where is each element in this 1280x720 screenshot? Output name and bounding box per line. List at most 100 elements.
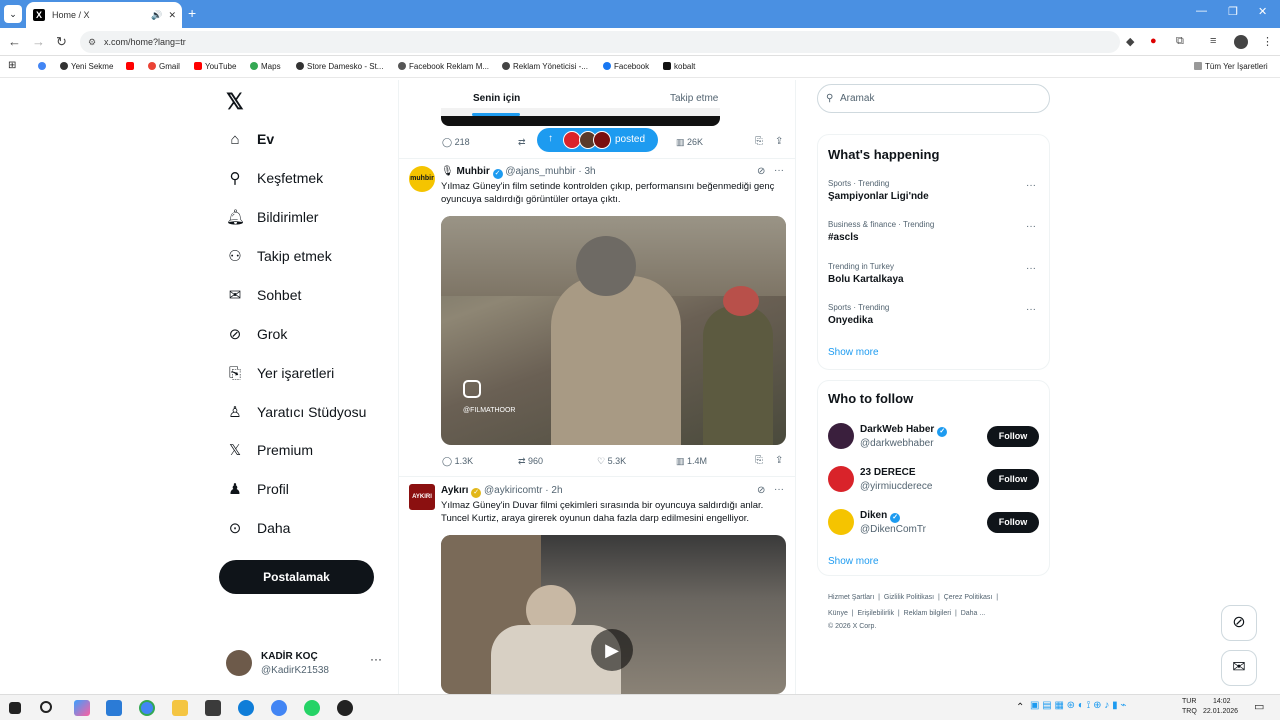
more-dots-icon[interactable]: ··· bbox=[1026, 263, 1036, 274]
bookmark-icon[interactable]: ⎘ bbox=[755, 455, 763, 466]
more-dots-icon[interactable]: ··· bbox=[370, 652, 382, 666]
tab-for-you[interactable]: Senin için bbox=[473, 93, 520, 104]
close-window-button[interactable]: ✕ bbox=[1258, 5, 1267, 18]
tab-search-button[interactable]: ⌄ bbox=[4, 5, 22, 23]
speaker-icon[interactable]: 🔊 bbox=[151, 10, 162, 21]
reading-list-icon[interactable]: ≡ bbox=[1210, 35, 1216, 47]
footer-link[interactable]: Reklam bilgileri bbox=[904, 610, 951, 617]
author-handle[interactable]: @ajans_muhbir bbox=[505, 166, 575, 177]
footer-link[interactable]: Erişilebilirlik bbox=[857, 610, 894, 617]
repost-button[interactable]: ⇄ bbox=[518, 137, 526, 148]
notification-icon[interactable]: ▭ bbox=[1254, 700, 1264, 713]
more-dots-icon[interactable]: ··· bbox=[1026, 221, 1036, 232]
avatar[interactable] bbox=[828, 423, 854, 449]
account-switcher[interactable]: KADİR KOÇ @KadirK21538 ··· bbox=[226, 648, 386, 680]
nav-item[interactable]: ⊘ Grok bbox=[226, 320, 288, 348]
maximize-button[interactable]: ❐ bbox=[1228, 5, 1238, 18]
reply-button[interactable]: ◯ 218 bbox=[442, 137, 470, 148]
minimize-button[interactable]: — bbox=[1196, 5, 1207, 17]
keyboard-indicator[interactable]: TRQ bbox=[1182, 708, 1197, 715]
clock-date[interactable]: 22.01.2026 bbox=[1203, 708, 1238, 715]
nav-item[interactable]: ♟ Profil bbox=[226, 475, 289, 503]
follow-suggestion-name[interactable]: Diken ✓ bbox=[860, 510, 901, 523]
messages-fab-icon[interactable]: ✉ bbox=[1221, 650, 1257, 686]
bookmark-item[interactable]: Facebook bbox=[603, 62, 649, 71]
follow-button[interactable]: Follow bbox=[987, 469, 1039, 490]
clock-time[interactable]: 14:02 bbox=[1213, 698, 1231, 705]
file-explorer-icon[interactable] bbox=[172, 700, 188, 716]
more-dots-icon[interactable]: ··· bbox=[1026, 304, 1036, 315]
search-input[interactable]: ⚲ Aramak bbox=[817, 84, 1050, 113]
trend-item[interactable]: Trending in Turkey Bolu Kartalkaya bbox=[828, 262, 904, 285]
repost-button[interactable]: ⇄ 960 bbox=[518, 456, 543, 467]
author-handle[interactable]: @aykiricomtr bbox=[484, 485, 543, 496]
bookmark-item[interactable]: Gmail bbox=[148, 62, 180, 71]
nav-item[interactable]: 𝕏 Premium bbox=[226, 436, 313, 464]
footer-link[interactable]: Hizmet Şartları bbox=[828, 594, 874, 601]
grok-icon[interactable]: ⊘ bbox=[757, 485, 765, 496]
post-video[interactable]: @FILMATHOOR bbox=[441, 216, 786, 445]
new-tab-button[interactable]: + bbox=[188, 5, 196, 21]
footer-link[interactable]: Künye bbox=[828, 610, 848, 617]
back-button[interactable]: ← bbox=[8, 34, 21, 49]
address-bar[interactable]: ⚙ x.com/home?lang=tr bbox=[80, 31, 1120, 53]
tab-following[interactable]: Takip etme bbox=[670, 93, 718, 104]
show-more-follow[interactable]: Show more bbox=[828, 556, 879, 567]
avatar[interactable] bbox=[828, 466, 854, 492]
app-icon[interactable] bbox=[205, 700, 221, 716]
edge-icon[interactable] bbox=[238, 700, 254, 716]
bookmark-item[interactable]: YouTube bbox=[194, 62, 236, 71]
bookmark-item[interactable]: Maps bbox=[250, 62, 281, 71]
footer-link[interactable]: Çerez Politikası bbox=[944, 594, 993, 601]
app-icon[interactable] bbox=[106, 700, 122, 716]
whatsapp-icon[interactable] bbox=[304, 700, 320, 716]
tray-chevron-icon[interactable]: ⌃ bbox=[1016, 702, 1024, 713]
footer-link[interactable]: Daha ... bbox=[961, 610, 986, 617]
language-indicator[interactable]: TUR bbox=[1182, 698, 1196, 705]
extensions-icon[interactable]: ◆ bbox=[1126, 35, 1134, 48]
like-button[interactable]: ♡ 5.3K bbox=[597, 456, 626, 467]
bookmark-item[interactable] bbox=[126, 62, 137, 71]
post-button[interactable]: Postalamak bbox=[219, 560, 374, 594]
follow-suggestion-name[interactable]: DarkWeb Haber ✓ bbox=[860, 424, 948, 437]
profile-avatar-icon[interactable] bbox=[1234, 35, 1248, 49]
grok-icon[interactable]: ⊘ bbox=[757, 166, 765, 177]
nav-item[interactable]: ⊙ Daha bbox=[226, 514, 291, 542]
tab-close-icon[interactable]: ✕ bbox=[168, 10, 176, 21]
avatar[interactable]: muhbir bbox=[409, 166, 435, 192]
more-dots-icon[interactable]: ··· bbox=[1026, 180, 1036, 191]
tray-icons[interactable]: ▣ ▤ ▦ ⊛ ◐ ⟟ ⊕ ♪ ▮ ⌁ bbox=[1030, 700, 1126, 711]
x-logo-icon[interactable]: 𝕏 bbox=[226, 89, 244, 115]
footer-link[interactable]: Gizlilik Politikası bbox=[884, 594, 934, 601]
nav-item[interactable]: ⎘ Yer işaretleri bbox=[226, 359, 334, 387]
show-more-trends[interactable]: Show more bbox=[828, 347, 879, 358]
avatar[interactable]: AYKIRI bbox=[409, 484, 435, 510]
bookmark-item[interactable]: Reklam Yöneticisi -... bbox=[502, 62, 588, 71]
views-button[interactable]: ▥ 26K bbox=[676, 137, 703, 148]
nav-item[interactable]: ✉ Sohbet bbox=[226, 281, 302, 309]
app-icon[interactable] bbox=[337, 700, 353, 716]
avatar[interactable] bbox=[828, 509, 854, 535]
nav-item[interactable]: ♙ Yaratıcı Stüdyosu bbox=[226, 398, 366, 426]
site-info-icon[interactable]: ⚙ bbox=[88, 31, 96, 53]
play-icon[interactable]: ▶ bbox=[591, 629, 633, 671]
browser-tab[interactable]: X Home / X 🔊 ✕ bbox=[26, 2, 182, 28]
share-icon[interactable]: ⇪ bbox=[775, 455, 783, 466]
reload-button[interactable]: ↻ bbox=[56, 34, 67, 50]
bookmark-item[interactable]: Facebook Reklam M... bbox=[398, 62, 489, 71]
bookmark-item[interactable]: kobalt bbox=[663, 62, 695, 71]
share-icon[interactable]: ⇪ bbox=[775, 136, 783, 147]
more-dots-icon[interactable]: ··· bbox=[774, 165, 784, 176]
bookmark-item[interactable]: Store Damesko - St... bbox=[296, 62, 383, 71]
more-dots-icon[interactable]: ··· bbox=[774, 484, 784, 495]
author-name[interactable]: Muhbir bbox=[456, 166, 489, 177]
follow-button[interactable]: Follow bbox=[987, 512, 1039, 533]
puzzle-icon[interactable]: ⧉ bbox=[1176, 35, 1184, 48]
bookmark-google-icon[interactable] bbox=[38, 62, 49, 71]
apps-icon[interactable]: ⊞ bbox=[8, 60, 16, 71]
copilot-icon[interactable] bbox=[74, 700, 90, 716]
nav-item[interactable]: ⌂ Ev bbox=[226, 125, 274, 153]
trend-item[interactable]: Sports · Trending Onyedika bbox=[828, 303, 889, 326]
nav-item[interactable]: 🔔︎ Bildirimler bbox=[226, 203, 318, 231]
all-bookmarks[interactable]: Tüm Yer İşaretleri bbox=[1194, 62, 1268, 71]
